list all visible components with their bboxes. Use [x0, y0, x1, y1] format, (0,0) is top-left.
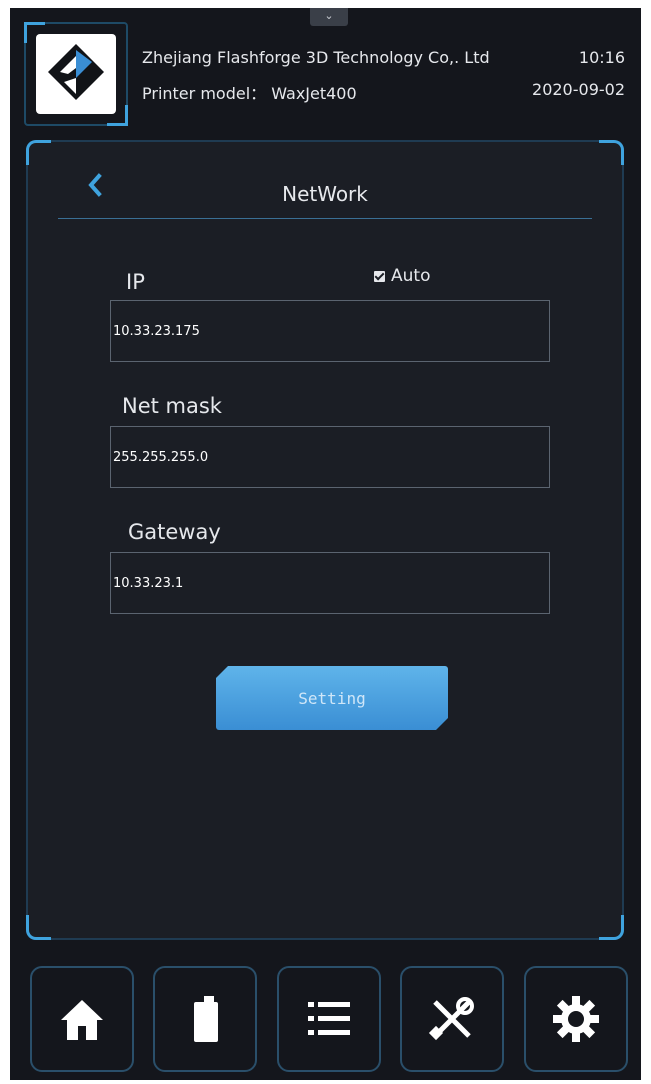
ip-value: 10.33.23.175: [113, 323, 200, 339]
setting-button[interactable]: Setting: [216, 666, 448, 730]
checkbox-checked-icon: [374, 270, 385, 282]
home-icon: [61, 1000, 103, 1040]
ip-label: IP: [126, 270, 145, 294]
printer-model: Printer model： WaxJet400: [142, 84, 357, 103]
bottom-nav: [30, 966, 628, 1072]
network-panel: NetWork IP Auto 10.33.23.175 Net mask 25…: [26, 140, 624, 940]
page-title: NetWork: [282, 182, 368, 206]
nav-tools-button[interactable]: [400, 966, 504, 1072]
nav-material-button[interactable]: [153, 966, 257, 1072]
clock-time: 10:16: [578, 48, 625, 67]
gateway-value: 10.33.23.1: [113, 575, 184, 591]
clock-date: 2020-09-02: [532, 80, 625, 99]
nav-home-button[interactable]: [30, 966, 134, 1072]
screen: ⌄ Zhejiang Flashforge 3D Technology Co,.…: [10, 8, 641, 1080]
material-bottle-icon: [194, 996, 218, 1042]
gateway-label: Gateway: [128, 520, 221, 544]
logo-frame: [24, 22, 128, 126]
ip-input[interactable]: 10.33.23.175: [110, 300, 550, 362]
nav-list-button[interactable]: [277, 966, 381, 1072]
gateway-input[interactable]: 10.33.23.1: [110, 552, 550, 614]
company-name: Zhejiang Flashforge 3D Technology Co,. L…: [142, 48, 490, 67]
tools-icon: [428, 997, 474, 1041]
auto-label: Auto: [391, 266, 431, 286]
netmask-input[interactable]: 255.255.255.0: [110, 426, 550, 488]
gear-icon: [553, 996, 599, 1042]
pull-down-tab[interactable]: ⌄: [310, 8, 348, 26]
list-icon: [308, 1002, 350, 1035]
flashforge-logo: [36, 34, 116, 114]
title-divider: [58, 218, 592, 219]
nav-settings-button[interactable]: [524, 966, 628, 1072]
chevron-down-icon: ⌄: [324, 9, 334, 22]
netmask-label: Net mask: [122, 394, 222, 418]
netmask-value: 255.255.255.0: [113, 449, 209, 465]
auto-checkbox[interactable]: Auto: [374, 266, 430, 286]
